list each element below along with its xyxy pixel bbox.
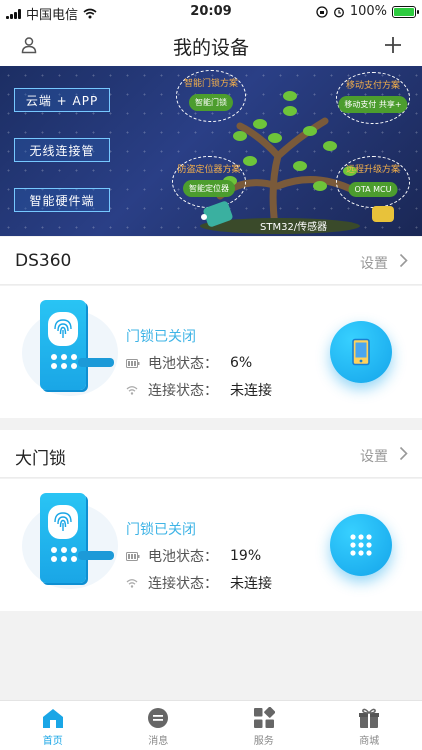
battery-status-icon	[126, 358, 140, 368]
connection-value: 未连接	[230, 576, 272, 592]
gift-icon	[359, 708, 380, 728]
service-icon	[253, 707, 275, 728]
keypad-icon	[350, 534, 372, 556]
banner-box-cloud: 云端 + APP	[14, 88, 110, 112]
battery-row: 电池状态： 19%	[126, 546, 272, 566]
device-card-ds360[interactable]: 门锁已关闭 电池状态： 6% 连接状态： 未连接	[0, 286, 422, 418]
fingerprint-icon	[48, 312, 78, 346]
device-info: 门锁已关闭 电池状态： 6% 连接状态： 未连接	[126, 326, 272, 400]
add-device-button[interactable]	[378, 30, 408, 60]
device-info: 门锁已关闭 电池状态： 19% 连接状态： 未连接	[126, 519, 272, 593]
message-icon	[148, 708, 169, 728]
smart-lock-image	[22, 300, 118, 406]
fingerprint-icon	[48, 505, 78, 539]
banner-box-hardware: 智能硬件端	[14, 188, 110, 212]
battery-row: 电池状态： 6%	[126, 353, 272, 373]
banner-bubble-payment: 移动支付方案 移动支付 共享+	[336, 72, 410, 124]
banner-bubble-locator: 防盗定位器方案 智能定位器	[172, 156, 246, 208]
device-header-front-door[interactable]: 大门锁 设置	[0, 430, 422, 478]
device-header-ds360[interactable]: DS360 设置	[0, 237, 422, 285]
connection-row: 连接状态： 未连接	[126, 573, 272, 593]
connection-row: 连接状态： 未连接	[126, 380, 272, 400]
promo-banner[interactable]: 云端 + APP 无线连接管 智能硬件端 智能门锁方案 智能门锁 移动支付方案 …	[0, 66, 422, 236]
banner-bubble-lock: 智能门锁方案 智能门锁	[176, 70, 246, 122]
chevron-right-icon	[399, 446, 408, 461]
tab-mall[interactable]: 商城	[317, 701, 422, 750]
lock-status: 门锁已关闭	[126, 329, 196, 345]
battery-value: 6%	[230, 355, 253, 371]
battery-status-icon	[126, 551, 140, 561]
device-card-front-door[interactable]: 门锁已关闭 电池状态： 19% 连接状态： 未连接	[0, 479, 422, 611]
battery-icon	[392, 5, 419, 18]
banner-page-dot[interactable]	[201, 214, 207, 220]
tab-home[interactable]: 首页	[0, 701, 106, 750]
wifi-icon	[126, 385, 140, 395]
smart-lock-image	[22, 493, 118, 599]
plus-icon	[385, 37, 401, 53]
device-settings-link[interactable]: 设置	[360, 446, 388, 466]
battery-value: 19%	[230, 548, 262, 564]
device-name: 大门锁	[15, 449, 66, 469]
unlock-phone-button[interactable]	[330, 321, 392, 383]
connection-value: 未连接	[230, 383, 272, 399]
device-settings-link[interactable]: 设置	[360, 253, 388, 273]
device-name: DS360	[15, 251, 72, 271]
orientation-lock-icon	[316, 5, 328, 18]
nav-bar: 我的设备	[0, 24, 422, 66]
battery-percent: 100%	[349, 4, 387, 19]
tab-messages[interactable]: 消息	[106, 701, 212, 750]
tab-bar: 首页 消息 服务 商城	[0, 700, 422, 750]
chevron-right-icon	[399, 253, 408, 268]
banner-bubble-ota: 远程升级方案 OTA MCU	[336, 156, 410, 208]
alarm-icon	[333, 7, 344, 17]
phone-icon	[352, 338, 370, 366]
banner-footer-text: STM32/传感器	[260, 222, 328, 233]
watering-can-illustration	[372, 206, 394, 222]
lock-status: 门锁已关闭	[126, 522, 196, 538]
unlock-keypad-button[interactable]	[330, 514, 392, 576]
status-right: 100%	[316, 4, 419, 19]
wifi-icon	[126, 578, 140, 588]
home-icon	[42, 709, 63, 728]
status-bar: 中国电信 20:09 100%	[0, 0, 422, 24]
banner-box-wireless: 无线连接管	[14, 138, 110, 162]
page-title: 我的设备	[172, 37, 249, 59]
tab-services[interactable]: 服务	[211, 701, 317, 750]
